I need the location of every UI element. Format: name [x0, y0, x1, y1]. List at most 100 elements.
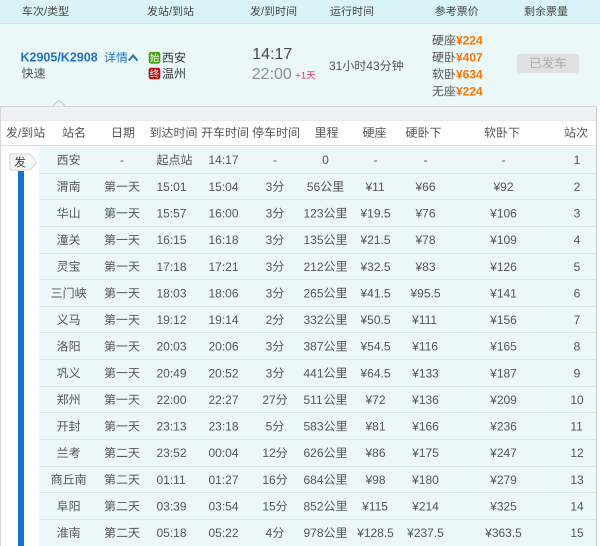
svg-text:17:18: 17:18: [156, 260, 186, 274]
svg-text:5: 5: [266, 420, 273, 434]
svg-text:00:04: 00:04: [208, 446, 238, 460]
svg-text:¥247: ¥247: [489, 446, 517, 460]
svg-text:¥66: ¥66: [414, 180, 435, 194]
svg-text:441: 441: [303, 366, 323, 380]
svg-text:¥72: ¥72: [364, 393, 385, 407]
svg-text:11: 11: [570, 420, 583, 434]
svg-text:20:03: 20:03: [156, 340, 186, 354]
svg-text:K2905/K2908: K2905/K2908: [21, 50, 98, 64]
svg-text:¥166: ¥166: [411, 420, 439, 434]
svg-text:¥111: ¥111: [411, 313, 437, 327]
svg-text:15:04: 15:04: [208, 180, 238, 194]
svg-text:626: 626: [303, 446, 323, 460]
svg-text:¥133: ¥133: [411, 366, 439, 380]
svg-text:15: 15: [570, 526, 584, 540]
svg-text:¥76: ¥76: [414, 206, 435, 220]
svg-text:23:18: 23:18: [208, 420, 238, 434]
svg-text:¥180: ¥180: [411, 473, 439, 487]
svg-text:12: 12: [262, 446, 276, 460]
svg-text:¥83: ¥83: [414, 260, 435, 274]
svg-text:18:03: 18:03: [156, 286, 186, 300]
svg-text:¥109: ¥109: [489, 233, 517, 247]
svg-text:387: 387: [303, 340, 323, 354]
svg-text:¥407: ¥407: [456, 51, 483, 65]
svg-text:14:17: 14:17: [252, 46, 292, 63]
svg-text:16:00: 16:00: [208, 206, 238, 220]
svg-text:23:13: 23:13: [156, 420, 186, 434]
svg-text:20:52: 20:52: [208, 366, 238, 380]
svg-text:56: 56: [307, 180, 321, 194]
svg-text:14:17: 14:17: [208, 153, 238, 167]
svg-text:05:22: 05:22: [208, 526, 238, 540]
svg-text:¥141: ¥141: [489, 286, 517, 300]
svg-text:¥106: ¥106: [489, 206, 517, 220]
svg-text:¥64.5: ¥64.5: [359, 366, 390, 380]
svg-text:3: 3: [266, 366, 273, 380]
svg-text:17:21: 17:21: [208, 260, 238, 274]
svg-text:-: -: [273, 153, 277, 167]
svg-text:20:49: 20:49: [156, 366, 186, 380]
svg-text:3: 3: [574, 206, 581, 220]
svg-text:¥32.5: ¥32.5: [359, 260, 390, 274]
svg-text:¥237.5: ¥237.5: [406, 526, 444, 540]
svg-text:3: 3: [266, 260, 273, 274]
svg-text:212: 212: [303, 260, 323, 274]
svg-text:4: 4: [266, 526, 273, 540]
svg-text:19:12: 19:12: [156, 313, 186, 327]
svg-text:-: -: [424, 153, 428, 167]
svg-text:¥136: ¥136: [411, 393, 439, 407]
svg-text:8: 8: [574, 340, 581, 354]
svg-text:3: 3: [266, 233, 273, 247]
svg-text:684: 684: [303, 473, 323, 487]
svg-text:05:18: 05:18: [156, 526, 186, 540]
svg-text:15:57: 15:57: [156, 206, 186, 220]
svg-text:2: 2: [266, 313, 273, 327]
svg-text:852: 852: [303, 499, 323, 513]
svg-text:¥98: ¥98: [364, 473, 385, 487]
svg-text:18:06: 18:06: [208, 286, 238, 300]
svg-text:14: 14: [570, 499, 584, 513]
svg-text:19:14: 19:14: [208, 313, 238, 327]
svg-text:-: -: [502, 153, 506, 167]
svg-text:16:15: 16:15: [156, 233, 186, 247]
svg-text:1: 1: [574, 153, 581, 167]
svg-text:123: 123: [303, 206, 323, 220]
svg-text:¥156: ¥156: [489, 313, 517, 327]
svg-text:¥209: ¥209: [489, 393, 517, 407]
svg-text:3: 3: [266, 340, 273, 354]
svg-text:-: -: [374, 153, 378, 167]
svg-text:¥41.5: ¥41.5: [359, 286, 390, 300]
svg-text:7: 7: [574, 313, 581, 327]
svg-text:¥175: ¥175: [411, 446, 439, 460]
svg-text:¥279: ¥279: [489, 473, 517, 487]
svg-text:¥81: ¥81: [364, 420, 385, 434]
svg-text:¥78: ¥78: [414, 233, 435, 247]
svg-text:3: 3: [266, 180, 273, 194]
svg-text:5: 5: [574, 260, 581, 274]
svg-text:15: 15: [262, 499, 276, 513]
svg-text:¥634: ¥634: [456, 68, 483, 82]
svg-text:¥187: ¥187: [489, 366, 517, 380]
svg-text:01:11: 01:11: [156, 473, 185, 487]
svg-text:/: /: [169, 6, 173, 18]
svg-text:23:52: 23:52: [156, 446, 186, 460]
svg-text:511: 511: [303, 393, 322, 407]
svg-text:6: 6: [574, 286, 581, 300]
svg-text:43: 43: [366, 59, 380, 73]
svg-text:22:00: 22:00: [156, 393, 186, 407]
svg-text:16:18: 16:18: [208, 233, 238, 247]
svg-text:332: 332: [303, 313, 323, 327]
svg-text:¥236: ¥236: [489, 420, 517, 434]
svg-text:3: 3: [266, 206, 273, 220]
svg-text:¥128.5: ¥128.5: [356, 526, 394, 540]
svg-text:265: 265: [303, 286, 323, 300]
svg-text:0: 0: [322, 153, 329, 167]
svg-text:¥50.5: ¥50.5: [359, 313, 390, 327]
svg-text:16: 16: [262, 473, 276, 487]
svg-text:¥325: ¥325: [489, 499, 517, 513]
svg-text:13: 13: [570, 473, 584, 487]
svg-text:15:01: 15:01: [156, 180, 186, 194]
svg-text:¥165: ¥165: [489, 340, 517, 354]
svg-text:3: 3: [266, 286, 273, 300]
svg-text:4: 4: [574, 233, 581, 247]
